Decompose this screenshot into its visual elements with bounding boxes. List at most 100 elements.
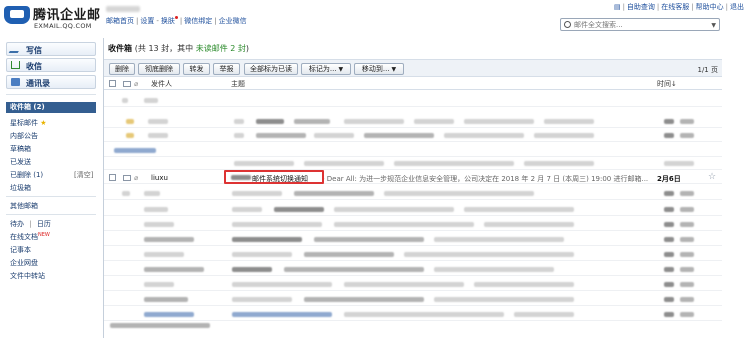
- calendar-link[interactable]: 日历: [37, 220, 51, 228]
- blurred-content: [664, 222, 674, 227]
- blurred-content: [304, 297, 424, 302]
- blurred-content: [524, 161, 594, 166]
- blurred-content: [144, 191, 160, 196]
- select-all-checkbox[interactable]: [109, 80, 116, 87]
- row-preview: - Dear All: 为进一步规范企业信息安全管理，公司决定在 2018 年 …: [322, 175, 649, 183]
- list-item[interactable]: [104, 204, 722, 216]
- list-item[interactable]: [104, 130, 722, 142]
- link-logout[interactable]: 退出: [730, 3, 744, 11]
- list-item[interactable]: [104, 309, 722, 321]
- nav-wechat[interactable]: 微信绑定: [184, 17, 212, 25]
- list-item[interactable]: [104, 95, 722, 107]
- blurred-content: [232, 282, 332, 287]
- forward-button[interactable]: 转发: [183, 63, 210, 75]
- list-item[interactable]: [104, 188, 722, 200]
- docs-link[interactable]: 在线文档NEW: [10, 232, 50, 242]
- mark-as-label: 标记为...: [308, 65, 337, 73]
- envelope-icon: [123, 175, 131, 181]
- toolbar: 删除 彻底删除 转发 举报 全部标为已读 标记为... ▼ 移动到... ▼ 1/1…: [104, 59, 722, 77]
- list-item[interactable]: [104, 145, 722, 157]
- scrollbar[interactable]: [722, 90, 726, 338]
- brand-logo[interactable]: 腾讯企业邮 EXMAIL.QQ.COM: [4, 4, 101, 32]
- receive-button[interactable]: 收信: [6, 58, 96, 72]
- write-button[interactable]: 写信: [6, 42, 96, 56]
- link-help[interactable]: 帮助中心: [696, 3, 724, 11]
- blurred-content: [126, 119, 134, 124]
- blurred-content: [232, 252, 292, 257]
- blurred-content: [344, 312, 504, 317]
- folder-internal[interactable]: 内部公告: [10, 131, 38, 141]
- report-button[interactable]: 举报: [213, 63, 240, 75]
- blurred-content: [284, 267, 424, 272]
- blurred-content: [126, 133, 134, 138]
- todo-link[interactable]: 待办: [10, 220, 24, 228]
- blurred-content: [680, 191, 694, 196]
- link-support[interactable]: 在线客服: [661, 3, 689, 11]
- receive-label: 收信: [26, 62, 42, 71]
- folder-deleted[interactable]: 已删除 (1): [10, 170, 43, 180]
- notes-link[interactable]: 记事本: [10, 245, 31, 255]
- col-time[interactable]: 时间↓: [657, 79, 677, 89]
- blurred-content: [434, 297, 574, 302]
- star-icon: ★: [40, 119, 47, 127]
- mail-list-panel: 收件箱 (共 13 封，其中 未读邮件 2 封) 删除 彻底删除 转发 举报 全…: [103, 38, 722, 338]
- folder-inbox[interactable]: 收件箱 (2): [6, 102, 96, 113]
- nav-settings[interactable]: 设置: [140, 17, 154, 25]
- transfer-link[interactable]: 文件中转站: [10, 271, 45, 281]
- link-selfhelp[interactable]: 自助查询: [627, 3, 655, 11]
- star-icon[interactable]: ☆: [708, 172, 716, 182]
- list-item[interactable]: [104, 116, 722, 128]
- mark-as-dropdown[interactable]: 标记为... ▼: [301, 63, 351, 75]
- list-item[interactable]: [104, 294, 722, 306]
- blurred-content: [144, 267, 204, 272]
- list-item[interactable]: [104, 249, 722, 261]
- folder-starred[interactable]: 星标邮件 ★: [10, 118, 47, 128]
- search-box[interactable]: ▼: [560, 18, 720, 31]
- top-right-links: ▤ | 自助查询 | 在线客服 | 帮助中心 | 退出: [613, 3, 744, 11]
- list-item[interactable]: [104, 264, 722, 276]
- nav-home[interactable]: 邮箱首页: [106, 17, 134, 25]
- folder-other[interactable]: 其他邮箱: [10, 201, 38, 211]
- col-subject[interactable]: 主题: [231, 79, 245, 89]
- blurred-content: [114, 148, 156, 153]
- blurred-content: [234, 119, 244, 124]
- divider: [6, 214, 96, 215]
- blurred-content: [334, 222, 474, 227]
- brand-name: 腾讯企业邮: [33, 8, 101, 23]
- blurred-content: [664, 119, 674, 124]
- col-from[interactable]: 发件人: [151, 79, 172, 89]
- nav-skin[interactable]: 换肤: [161, 17, 175, 25]
- search-input[interactable]: [574, 20, 714, 30]
- purge-button[interactable]: 彻底删除: [138, 63, 180, 75]
- folder-spam[interactable]: 垃圾箱: [10, 183, 31, 193]
- delete-button[interactable]: 删除: [109, 63, 135, 75]
- pencil-icon: [8, 45, 23, 53]
- clear-trash-link[interactable]: [清空]: [74, 170, 93, 180]
- blurred-content: [384, 191, 534, 196]
- folder-drafts[interactable]: 草稿箱: [10, 144, 31, 154]
- highlight-box: [224, 170, 324, 184]
- contacts-button[interactable]: 通讯录: [6, 75, 96, 89]
- blurred-content: [464, 119, 534, 124]
- blurred-content: [122, 98, 128, 103]
- chevron-down-icon[interactable]: ▼: [711, 22, 716, 29]
- list-item[interactable]: [104, 279, 722, 291]
- nav-enterprise[interactable]: 企业微信: [219, 17, 247, 25]
- blurred-content: [122, 191, 130, 196]
- row-checkbox[interactable]: [109, 174, 116, 181]
- move-to-dropdown[interactable]: 移动到... ▼: [354, 63, 404, 75]
- blurred-content: [144, 297, 188, 302]
- table-row-highlighted[interactable]: ⌀ liuxu 邮件系统切换通知 - Dear All: 为进一步规范企业信息安…: [104, 172, 722, 184]
- unread-count[interactable]: 未读邮件 2 封: [196, 44, 246, 53]
- mark-all-read-button[interactable]: 全部标为已读: [244, 63, 298, 75]
- blurred-content: [344, 282, 464, 287]
- blurred-content: [256, 133, 306, 138]
- list-item[interactable]: [104, 219, 722, 231]
- folder-sent[interactable]: 已发送: [10, 157, 31, 167]
- drive-link[interactable]: 企业网盘: [10, 258, 38, 268]
- top-header: 腾讯企业邮 EXMAIL.QQ.COM 邮箱首页 | 设置 - 换肤 | 微信绑定 | 企业微信…: [0, 0, 750, 38]
- list-item[interactable]: [104, 158, 722, 170]
- blurred-content: [144, 312, 194, 317]
- list-item[interactable]: [104, 234, 722, 246]
- blurred-content: [404, 252, 574, 257]
